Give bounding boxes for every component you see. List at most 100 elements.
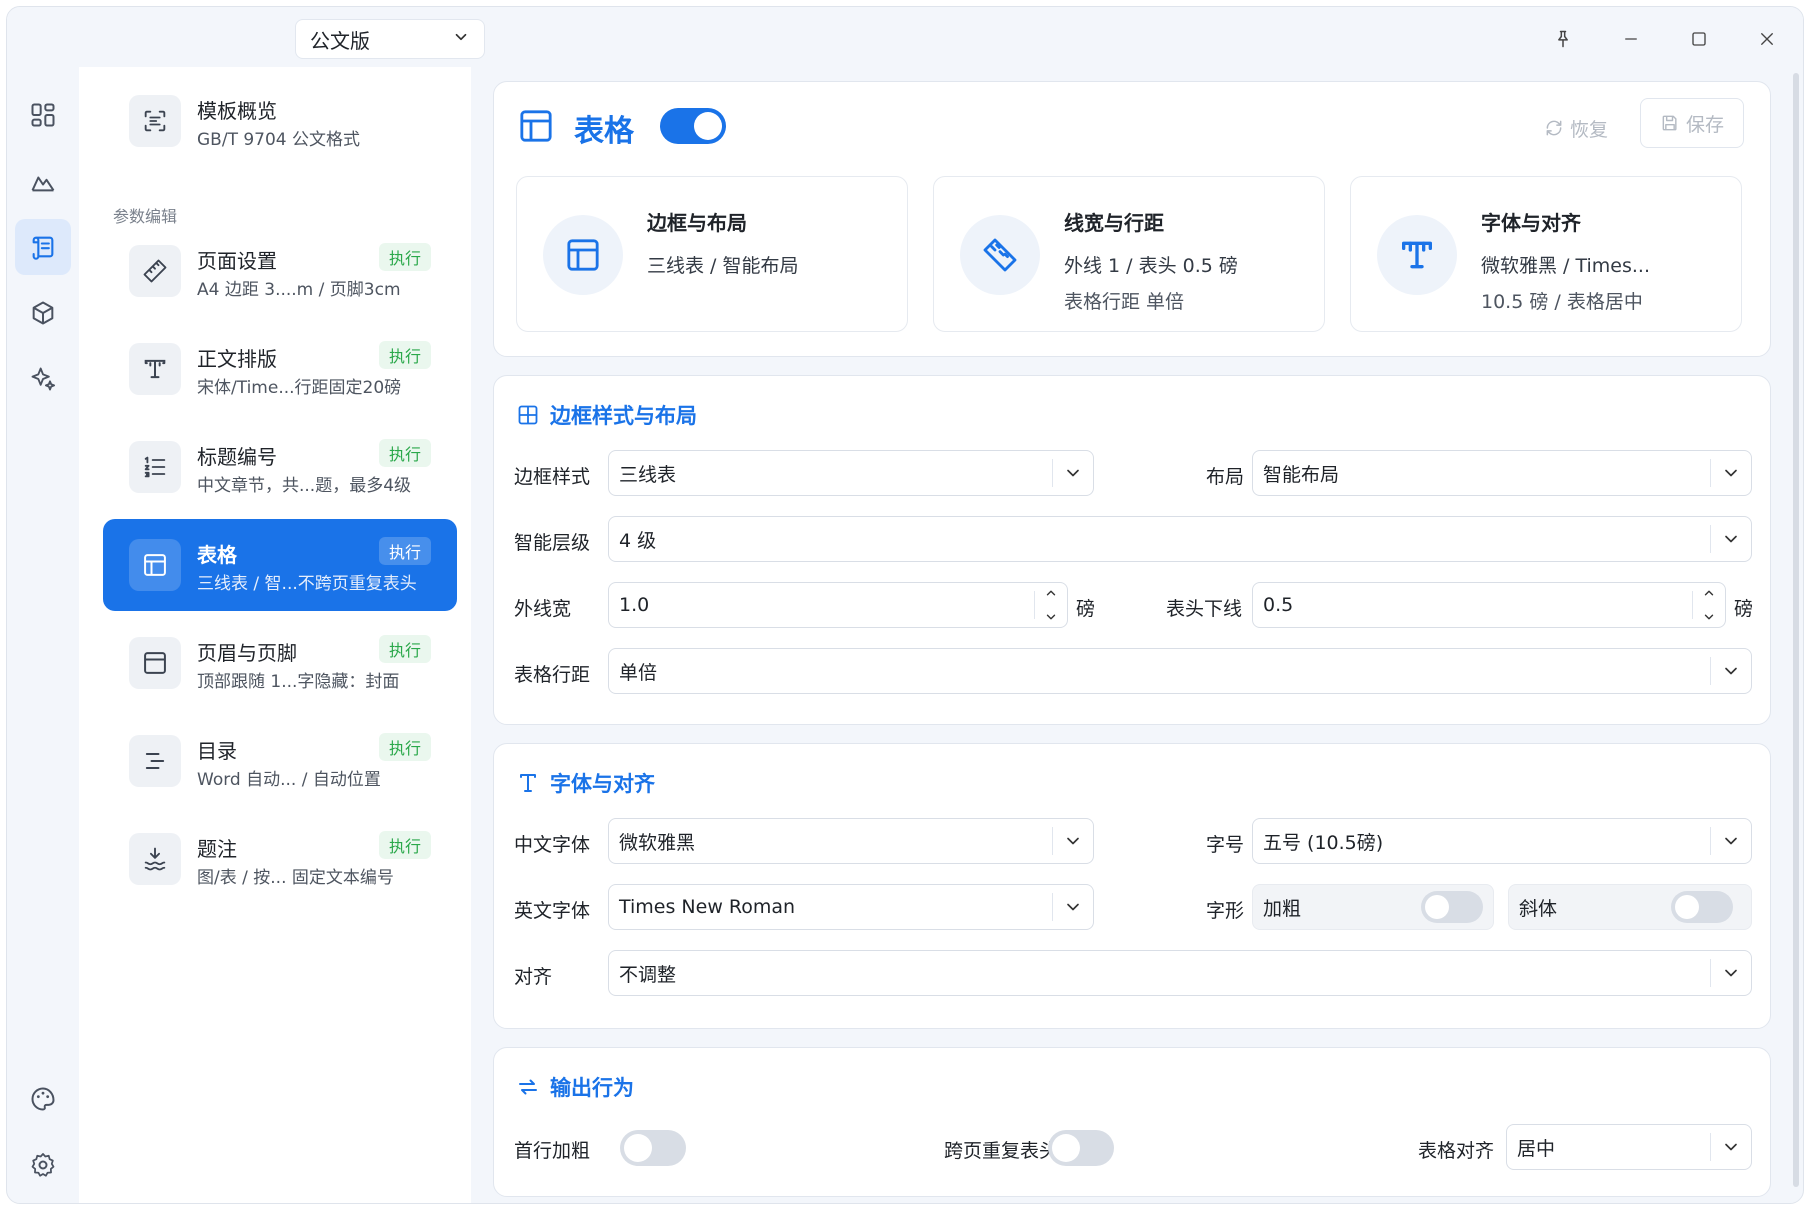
swap-arrows-icon: [519, 1079, 537, 1095]
nav-icon-box: [129, 95, 181, 147]
size-select[interactable]: 五号 (10.5磅): [1252, 818, 1752, 864]
nav-item-subtitle: 宋体/Time...行距固定20磅: [197, 378, 402, 398]
row-spacing-select[interactable]: 单倍: [608, 648, 1752, 694]
table-icon: [516, 106, 556, 150]
nav-icon-box: [129, 637, 181, 689]
rail-document-format[interactable]: [15, 219, 71, 275]
nav-item-title: 题注: [197, 837, 237, 861]
header-line-label: 表头下线: [1166, 598, 1243, 620]
nav-item-caption[interactable]: 题注 图/表 / 按... 固定文本编号 执行: [103, 813, 457, 905]
nav-item-title: 模板概览: [197, 99, 277, 123]
maximize-icon: [1692, 32, 1706, 46]
scroll-document-icon: [32, 236, 54, 260]
unit-label: 磅: [1734, 598, 1754, 620]
border-style-select[interactable]: 三线表: [608, 450, 1094, 496]
minimize-icon: [1625, 38, 1637, 40]
level-label: 智能层级: [514, 532, 591, 554]
table-icon: [567, 239, 599, 271]
rail-chart[interactable]: [15, 153, 71, 209]
chevron-down-icon: [1063, 463, 1083, 488]
outer-width-label: 外线宽: [514, 598, 572, 620]
nav-item-header-footer[interactable]: 页眉与页脚 顶部跟随 1...字隐藏：封面 执行: [103, 617, 457, 709]
summary-card-line-width[interactable]: 线宽与行距 外线 1 / 表头 0.5 磅 表格行距 单倍: [933, 176, 1325, 332]
chevron-down-icon: [1721, 529, 1741, 554]
close-button[interactable]: [1747, 21, 1787, 57]
align-select[interactable]: 不调整: [608, 950, 1752, 996]
chevron-down-icon[interactable]: [1702, 610, 1716, 624]
header-line-spinner[interactable]: 0.5: [1252, 582, 1726, 628]
chevron-up-icon[interactable]: [1702, 586, 1716, 600]
minimize-button[interactable]: [1611, 21, 1651, 57]
cn-font-select[interactable]: 微软雅黑: [608, 818, 1094, 864]
nav-icon-box: [129, 735, 181, 787]
execute-badge: 执行: [378, 341, 431, 369]
toggle-knob: [1052, 1134, 1080, 1162]
outer-width-spinner[interactable]: 1.0: [608, 582, 1068, 628]
row-spacing-label: 表格行距: [514, 664, 591, 686]
divider: [1710, 959, 1711, 987]
nav-item-overview[interactable]: 模板概览 GB/T 9704 公文格式: [103, 75, 457, 167]
nav-item-body-text[interactable]: 正文排版 宋体/Time...行距固定20磅 执行: [103, 323, 457, 415]
nav-item-toc[interactable]: 目录 Word 自动... / 自动位置 执行: [103, 715, 457, 807]
execute-badge: 执行: [378, 635, 431, 663]
nav-item-subtitle: 中文章节，共...题，最多4级: [197, 476, 412, 496]
cn-font-label: 中文字体: [514, 834, 591, 856]
pin-button[interactable]: [1543, 21, 1583, 57]
summary-card-font-align[interactable]: 字体与对齐 微软雅黑 / Times... 10.5 磅 / 表格居中: [1350, 176, 1742, 332]
level-value: 4 级: [619, 529, 657, 552]
restore-button[interactable]: 恢复: [1544, 110, 1608, 146]
restore-label: 恢复: [1570, 118, 1609, 141]
section-title: 字体与对齐: [516, 768, 655, 798]
nav-item-table[interactable]: 表格 三线表 / 智...不跨页重复表头 执行: [103, 519, 457, 611]
chevron-down-icon[interactable]: [1044, 610, 1058, 624]
header-card: 表格 恢复 保存 边框与布局 三线表 / 智能布局 线宽与行距 外线 1 / 表…: [493, 81, 1771, 357]
table-icon: [144, 554, 166, 576]
table-enable-toggle[interactable]: [660, 108, 726, 144]
summary-line: 外线 1 / 表头 0.5 磅: [1064, 255, 1238, 277]
ruler-icon: [983, 238, 1017, 272]
maximize-button[interactable]: [1679, 21, 1719, 57]
nav-item-title: 页面设置: [197, 249, 277, 273]
chevron-up-icon[interactable]: [1044, 586, 1058, 600]
refresh-icon: [1546, 120, 1562, 136]
rail-package[interactable]: [15, 285, 71, 341]
nav-item-heading-numbering[interactable]: 标题编号 中文章节，共...题，最多4级 执行: [103, 421, 457, 513]
repeat-header-toggle[interactable]: [1048, 1130, 1114, 1166]
toggle-knob: [624, 1134, 652, 1162]
chevron-down-icon: [1721, 661, 1741, 686]
nav-item-page-setup[interactable]: 页面设置 A4 边距 3....m / 页脚3cm 执行: [103, 225, 457, 317]
section-title-text: 边框样式与布局: [550, 404, 697, 428]
rail-settings[interactable]: [15, 1137, 71, 1193]
spinner-arrows[interactable]: [1041, 586, 1061, 624]
summary-line: 微软雅黑 / Times...: [1481, 255, 1650, 277]
bold-toggle[interactable]: [1421, 891, 1483, 923]
save-button[interactable]: 保存: [1640, 98, 1744, 148]
nav-icon-box: [129, 343, 181, 395]
execute-badge: 执行: [378, 439, 431, 467]
first-row-bold-label: 首行加粗: [514, 1140, 591, 1162]
table-align-select[interactable]: 居中: [1506, 1124, 1752, 1170]
en-font-select[interactable]: Times New Roman: [608, 884, 1094, 930]
first-row-bold-toggle[interactable]: [620, 1130, 686, 1166]
summary-card-border-layout[interactable]: 边框与布局 三线表 / 智能布局: [516, 176, 908, 332]
scrollbar[interactable]: [1793, 73, 1799, 1187]
section-title-text: 字体与对齐: [550, 772, 655, 796]
rail-theme[interactable]: [15, 1071, 71, 1127]
italic-toggle-field[interactable]: 斜体: [1508, 884, 1752, 930]
summary-title: 边框与布局: [647, 211, 747, 235]
rail-ai[interactable]: [15, 351, 71, 407]
size-value: 五号 (10.5磅): [1263, 831, 1384, 854]
template-select[interactable]: 公文版: [295, 19, 485, 59]
bold-toggle-field[interactable]: 加粗: [1252, 884, 1494, 930]
rail-dashboard[interactable]: [15, 87, 71, 143]
layout-select[interactable]: 智能布局: [1252, 450, 1752, 496]
section-title: 边框样式与布局: [516, 400, 697, 430]
spinner-arrows[interactable]: [1699, 586, 1719, 624]
italic-label: 斜体: [1519, 897, 1558, 920]
save-label: 保存: [1685, 113, 1724, 136]
nav-item-subtitle: 顶部跟随 1...字隐藏：封面: [197, 672, 400, 692]
italic-toggle[interactable]: [1671, 891, 1733, 923]
level-select[interactable]: 4 级: [608, 516, 1752, 562]
en-font-label: 英文字体: [514, 900, 591, 922]
border-style-value: 三线表: [619, 463, 677, 486]
